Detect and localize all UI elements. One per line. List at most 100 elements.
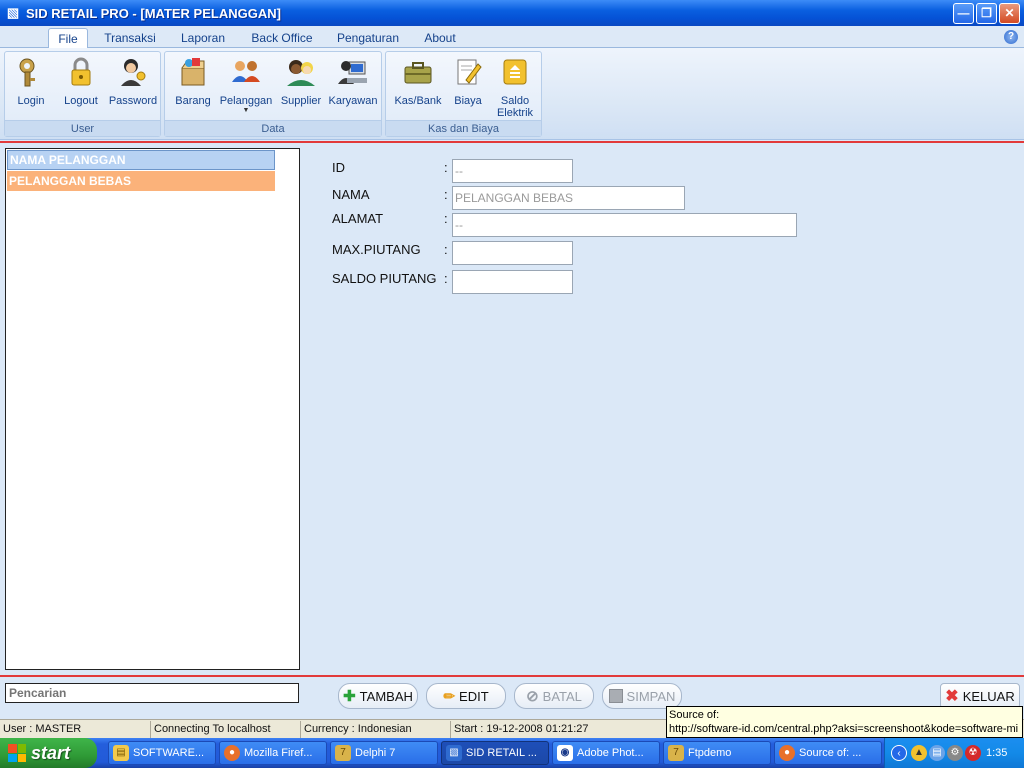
id-label: ID	[332, 160, 345, 175]
security-icon[interactable]: ☢	[965, 745, 981, 761]
window-title: SID RETAIL PRO - [MATER PELANGGAN]	[26, 5, 281, 21]
supplier-icon	[287, 60, 315, 86]
id-field[interactable]: --	[452, 159, 573, 183]
tab-transaksi[interactable]: Transaksi	[100, 28, 160, 48]
logout-button[interactable]: Logout	[59, 56, 103, 107]
stack-icon	[503, 59, 527, 85]
taskbar: start ▤ SOFTWARE... ● Mozilla Firef... 7…	[0, 738, 1024, 768]
settings-icon[interactable]: ⚙	[947, 745, 963, 761]
divider-top	[0, 141, 1024, 143]
edit-button[interactable]: ✏ EDIT	[426, 683, 506, 709]
list-item[interactable]: PELANGGAN BEBAS	[7, 171, 275, 191]
biaya-button[interactable]: Biaya	[448, 56, 488, 107]
ribbon-body: Login Logout Password User Barang Pelang…	[0, 48, 1024, 140]
kas-bank-button[interactable]: Kas/Bank	[392, 56, 444, 107]
status-currency: Currency : Indonesian	[300, 721, 450, 738]
help-icon[interactable]: ?	[1004, 30, 1018, 44]
key-icon	[19, 58, 35, 87]
login-label: Login	[17, 95, 45, 107]
ribbon-group-kas: Kas/Bank Biaya Saldo Elektrik Kas dan Bi…	[385, 51, 542, 137]
max-piutang-colon: :	[444, 242, 448, 257]
restore-button[interactable]: ❐	[976, 2, 997, 24]
karyawan-button[interactable]: Karyawan	[327, 56, 379, 107]
task-delphi[interactable]: 7 Delphi 7	[330, 741, 438, 765]
nama-label: NAMA	[332, 187, 370, 202]
task-label: SOFTWARE...	[133, 747, 205, 759]
elektrik-label: Elektrik	[496, 107, 534, 119]
tooltip: Source of: http://software-id.com/centra…	[666, 706, 1023, 738]
saldo-piutang-field[interactable]	[452, 270, 573, 294]
ribbon-group-user: Login Logout Password User	[4, 51, 161, 137]
saldo-piutang-colon: :	[444, 271, 448, 286]
karyawan-label: Karyawan	[328, 95, 378, 107]
barang-label: Barang	[175, 95, 211, 107]
max-piutang-label: MAX.PIUTANG	[332, 242, 421, 257]
network-icon[interactable]: ▤	[929, 745, 945, 761]
shield-icon[interactable]: ▲	[911, 745, 927, 761]
close-button[interactable]: ✕	[999, 2, 1020, 24]
task-software[interactable]: ▤ SOFTWARE...	[108, 741, 216, 765]
simpan-label: SIMPAN	[626, 688, 676, 704]
tab-back-office[interactable]: Back Office	[246, 28, 318, 48]
pelanggan-label: Pelanggan	[219, 95, 273, 107]
max-piutang-field[interactable]	[452, 241, 573, 265]
app-icon: ▧	[6, 5, 20, 20]
users-icon	[232, 61, 260, 82]
tray-expand-icon[interactable]: ‹	[891, 745, 907, 761]
tooltip-line-1: Source of:	[669, 709, 720, 721]
barang-button[interactable]: Barang	[171, 56, 215, 107]
tab-pengaturan[interactable]: Pengaturan	[332, 28, 404, 48]
supplier-button[interactable]: Supplier	[277, 56, 325, 107]
clock: 1:35	[986, 747, 1008, 759]
task-label: Delphi 7	[355, 747, 396, 759]
task-sid-retail[interactable]: ▧ SID RETAIL ...	[441, 741, 549, 765]
ribbon-group-data: Barang Pelanggan ▼ Supplier Karyawan Dat…	[164, 51, 382, 137]
tooltip-line-2: http://software-id.com/central.php?aksi=…	[669, 723, 1019, 735]
employee-computer-icon	[338, 61, 367, 84]
document-pencil-icon	[457, 59, 482, 85]
folder-icon: ▤	[113, 745, 129, 761]
tab-file[interactable]: File	[48, 28, 88, 48]
tambah-button[interactable]: ✚ TAMBAH	[338, 683, 418, 709]
password-button[interactable]: Password	[107, 56, 159, 107]
edit-label: EDIT	[459, 688, 489, 704]
task-source[interactable]: ● Source of: ...	[774, 741, 882, 765]
close-x-icon: ✖	[945, 688, 959, 705]
pencil-icon: ✏	[443, 687, 456, 704]
tambah-label: TAMBAH	[359, 688, 413, 704]
customer-list[interactable]: NAMA PELANGGAN PELANGGAN BEBAS	[5, 148, 300, 670]
status-start: Start : 19-12-2008 01:21:27	[450, 721, 666, 738]
login-button[interactable]: Login	[11, 56, 51, 107]
task-label: Adobe Phot...	[577, 747, 644, 759]
task-label: Source of: ...	[799, 747, 862, 759]
task-firefox[interactable]: ● Mozilla Firef...	[219, 741, 327, 765]
padlock-icon	[71, 57, 91, 86]
minimize-button[interactable]: —	[953, 2, 974, 24]
password-label: Password	[108, 95, 158, 107]
tab-about[interactable]: About	[417, 28, 463, 48]
windows-logo-icon	[8, 744, 26, 762]
start-label: start	[31, 742, 71, 763]
delphi-app-icon: 7	[668, 745, 684, 761]
nama-field[interactable]: PELANGGAN BEBAS	[452, 186, 685, 210]
pelanggan-button[interactable]: Pelanggan ▼	[219, 56, 273, 115]
saldo-elektrik-button[interactable]: Saldo Elektrik	[492, 56, 538, 119]
batal-button[interactable]: ⊘ BATAL	[514, 683, 594, 709]
logout-label: Logout	[64, 95, 98, 107]
kas-bank-label: Kas/Bank	[394, 95, 442, 107]
task-label: Mozilla Firef...	[244, 747, 313, 759]
firefox-icon: ●	[779, 745, 795, 761]
list-column-header[interactable]: NAMA PELANGGAN	[7, 150, 275, 170]
search-input[interactable]	[5, 683, 299, 703]
alamat-field[interactable]: --	[452, 213, 797, 237]
start-button[interactable]: start	[0, 738, 97, 768]
task-label: Ftpdemo	[688, 747, 732, 759]
task-photoshop[interactable]: ◉ Adobe Phot...	[552, 741, 660, 765]
firefox-icon: ●	[224, 745, 240, 761]
task-label: SID RETAIL ...	[466, 747, 537, 759]
task-ftpdemo[interactable]: 7 Ftpdemo	[663, 741, 771, 765]
dropdown-arrow-icon: ▼	[242, 107, 250, 114]
delphi-icon: 7	[335, 745, 351, 761]
tab-laporan[interactable]: Laporan	[173, 28, 233, 48]
saldo-piutang-label: SALDO PIUTANG	[332, 271, 437, 286]
